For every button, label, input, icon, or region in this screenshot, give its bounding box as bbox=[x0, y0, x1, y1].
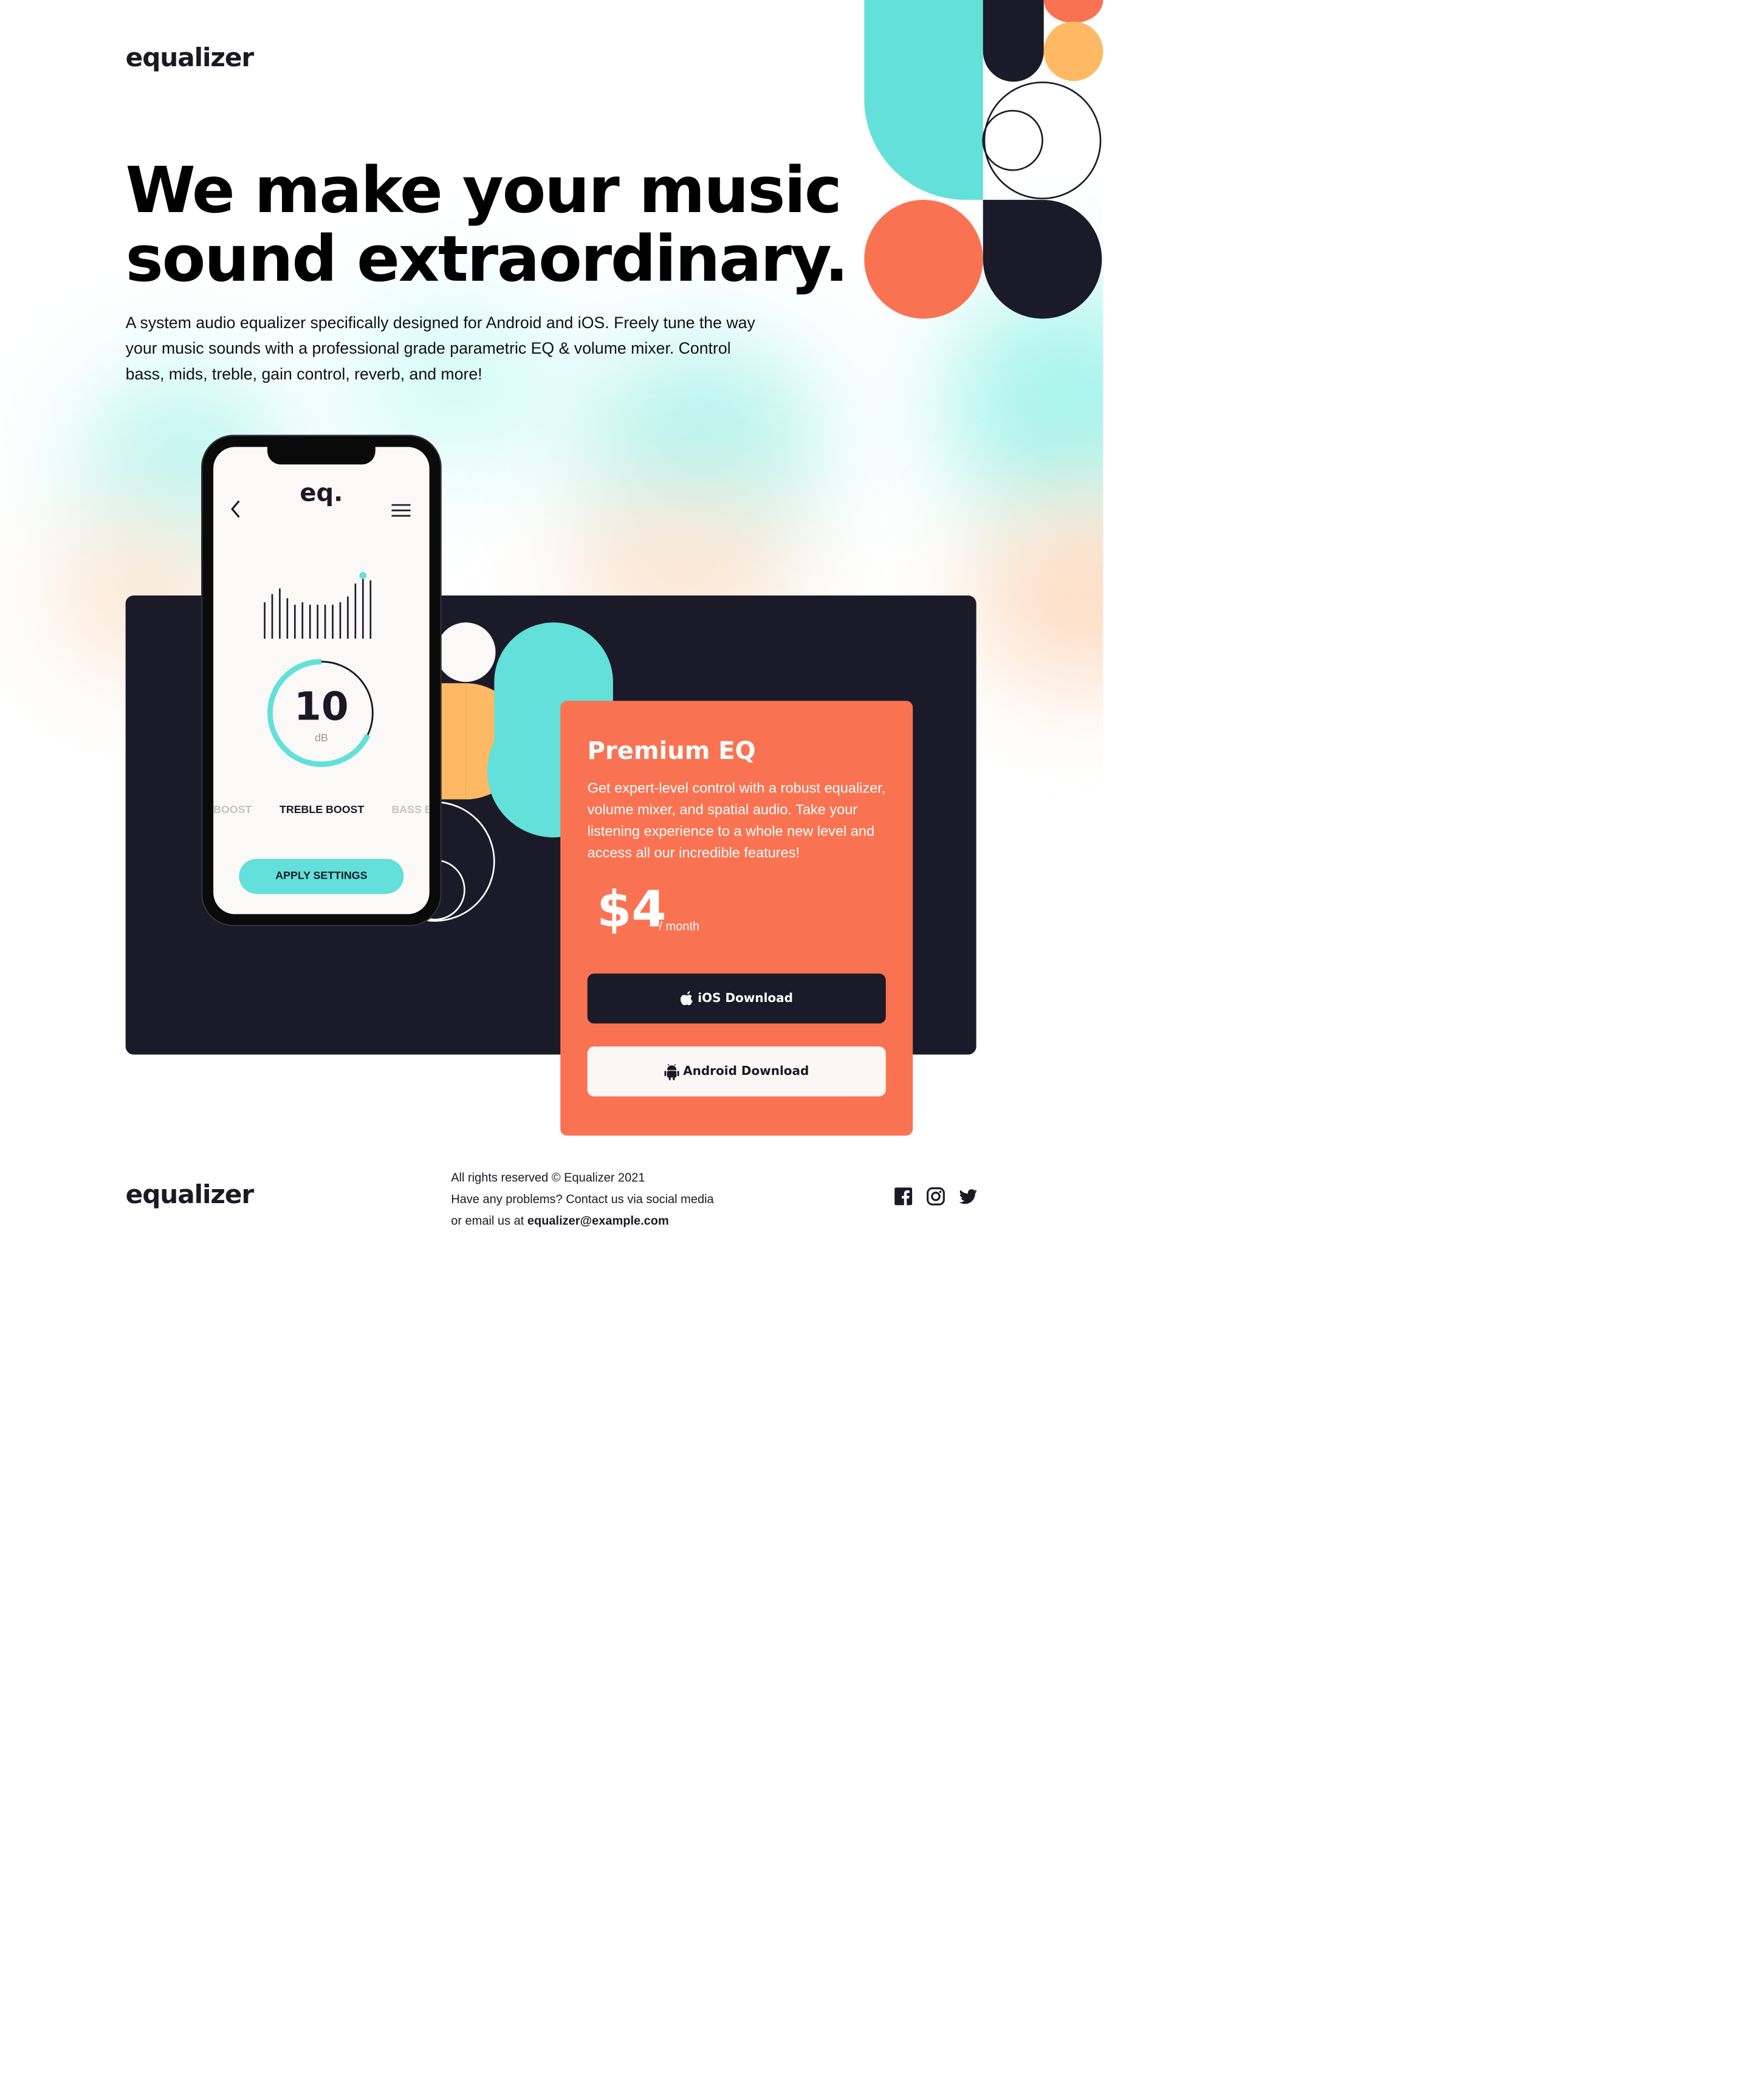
preset-boost[interactable]: BOOST bbox=[213, 803, 252, 815]
android-icon bbox=[664, 1063, 679, 1080]
hero-title-line1: We make your music bbox=[125, 154, 842, 228]
hero-title-line2: sound extraordinary. bbox=[125, 222, 849, 297]
teal-shape bbox=[864, 0, 983, 200]
premium-title: Premium EQ bbox=[587, 737, 756, 766]
yellow-circle bbox=[1043, 21, 1103, 81]
footer-logo[interactable]: equalizer bbox=[126, 1180, 255, 1210]
menu-icon[interactable] bbox=[391, 504, 411, 517]
right-blank-area bbox=[1103, 0, 1750, 2084]
preset-treble-boost[interactable]: TREBLE BOOST bbox=[280, 803, 364, 815]
apple-icon bbox=[680, 990, 693, 1005]
dark-quarter-shape bbox=[983, 199, 1102, 319]
outline-circle-small bbox=[982, 109, 1043, 171]
page: equalizer We make your music sound extra… bbox=[0, 0, 1750, 2084]
twitter-icon[interactable] bbox=[959, 1187, 978, 1206]
phone-notch bbox=[267, 447, 376, 465]
hero-title: We make your music sound extraordinary. bbox=[126, 157, 855, 295]
header-logo[interactable]: equalizer bbox=[126, 43, 255, 73]
premium-description: Get expert-level control with a robust e… bbox=[587, 780, 886, 862]
decorative-pattern bbox=[864, 0, 1103, 319]
footer-copyright: All rights reserved © Equalizer 2021 bbox=[451, 1170, 645, 1184]
eq-visualizer bbox=[264, 572, 372, 639]
phone-mockup: eq. 10 dB BOOST TREBLE BOOST BASS B APPL… bbox=[201, 434, 442, 927]
instagram-icon[interactable] bbox=[926, 1187, 945, 1206]
phone-screen: eq. 10 dB BOOST TREBLE BOOST BASS B APPL… bbox=[213, 447, 430, 914]
white-circle bbox=[436, 622, 496, 682]
orange-half-circle bbox=[1043, 0, 1103, 23]
premium-card: Premium EQ Get expert-level control with… bbox=[560, 701, 913, 1136]
hero-description: A system audio equalizer specifically de… bbox=[125, 313, 755, 384]
price-value: $4 bbox=[597, 880, 667, 939]
ios-download-label: iOS Download bbox=[698, 992, 793, 1006]
db-unit: dB bbox=[314, 732, 328, 744]
price-period: / month bbox=[659, 919, 700, 933]
eq-peak-dot bbox=[359, 572, 367, 579]
apply-settings-button[interactable]: APPLY SETTINGS bbox=[239, 859, 404, 894]
preset-bass-boost[interactable]: BASS B bbox=[391, 803, 429, 815]
footer-contact: Have any problems? Contact us via social… bbox=[451, 1189, 721, 1232]
android-download-button[interactable]: Android Download bbox=[587, 1046, 886, 1097]
footer-info: All rights reserved © Equalizer 2021 Hav… bbox=[451, 1167, 721, 1232]
ios-download-button[interactable]: iOS Download bbox=[587, 973, 886, 1024]
orange-circle bbox=[864, 199, 983, 319]
dark-pill bbox=[983, 0, 1044, 82]
db-value: 10 bbox=[294, 683, 349, 729]
facebook-icon[interactable] bbox=[894, 1187, 913, 1206]
footer-email-link[interactable]: equalizer@example.com bbox=[527, 1214, 669, 1227]
android-download-label: Android Download bbox=[683, 1065, 809, 1079]
